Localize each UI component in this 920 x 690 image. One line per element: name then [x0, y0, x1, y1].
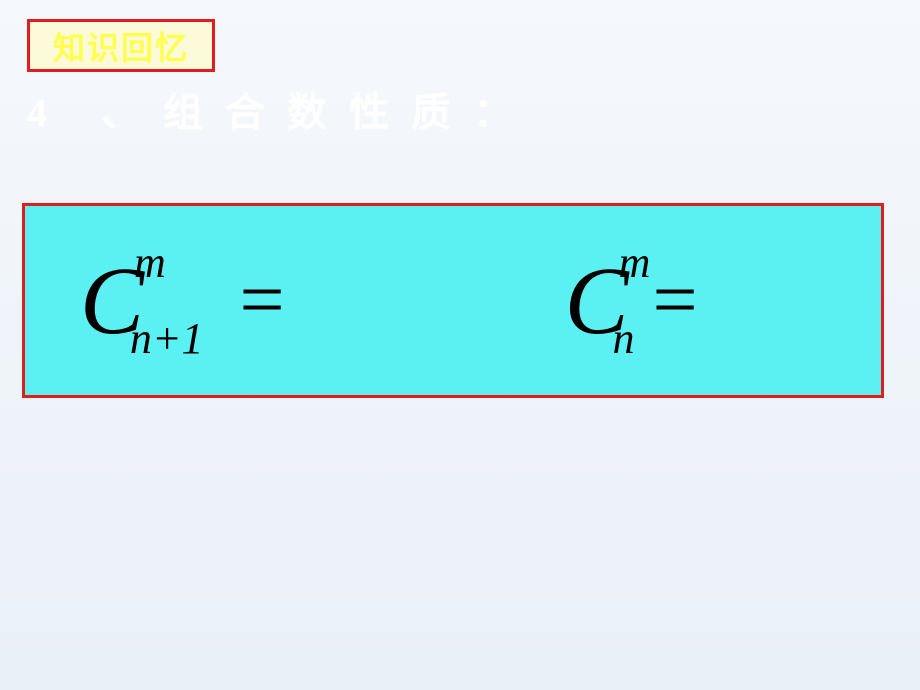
superscript-m: m	[134, 237, 166, 288]
knowledge-review-tag: 知识回忆	[27, 19, 215, 72]
subscript-n-plus-1: n+1	[130, 313, 204, 364]
formula-right: C m n =	[565, 253, 698, 349]
section-heading: 4 、组合数性质：	[27, 80, 535, 138]
subscript-n: n	[612, 313, 634, 364]
equals-sign: =	[652, 255, 697, 346]
superscript-m: m	[619, 237, 651, 288]
formula-container: C m n+1 = C m n =	[22, 203, 884, 398]
formula-left: C m n+1 =	[80, 253, 285, 349]
equals-sign: =	[240, 255, 285, 346]
tag-label: 知识回忆	[53, 23, 189, 69]
